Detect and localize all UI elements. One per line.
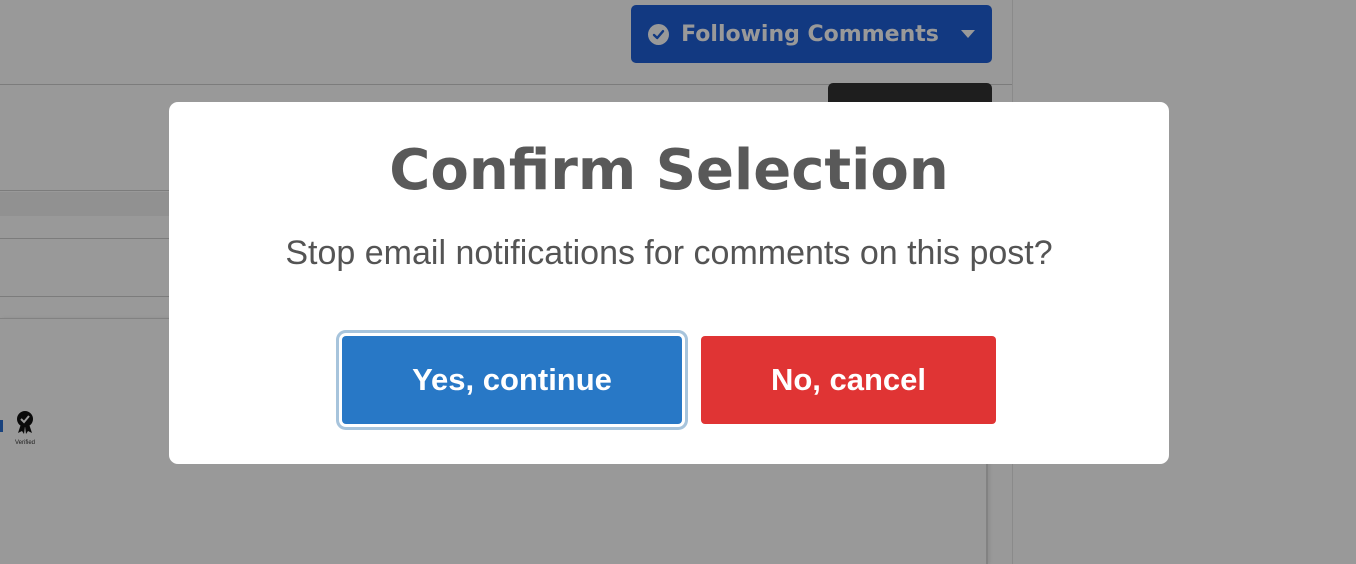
screen: Following Comments Verified Confirm Sele… xyxy=(0,0,1356,564)
confirm-button[interactable]: Yes, continue xyxy=(342,336,682,424)
cancel-button[interactable]: No, cancel xyxy=(701,336,996,424)
confirm-dialog: Confirm Selection Stop email notificatio… xyxy=(169,102,1169,464)
dialog-title: Confirm Selection xyxy=(389,138,949,203)
dialog-message: Stop email notifications for comments on… xyxy=(285,234,1053,272)
